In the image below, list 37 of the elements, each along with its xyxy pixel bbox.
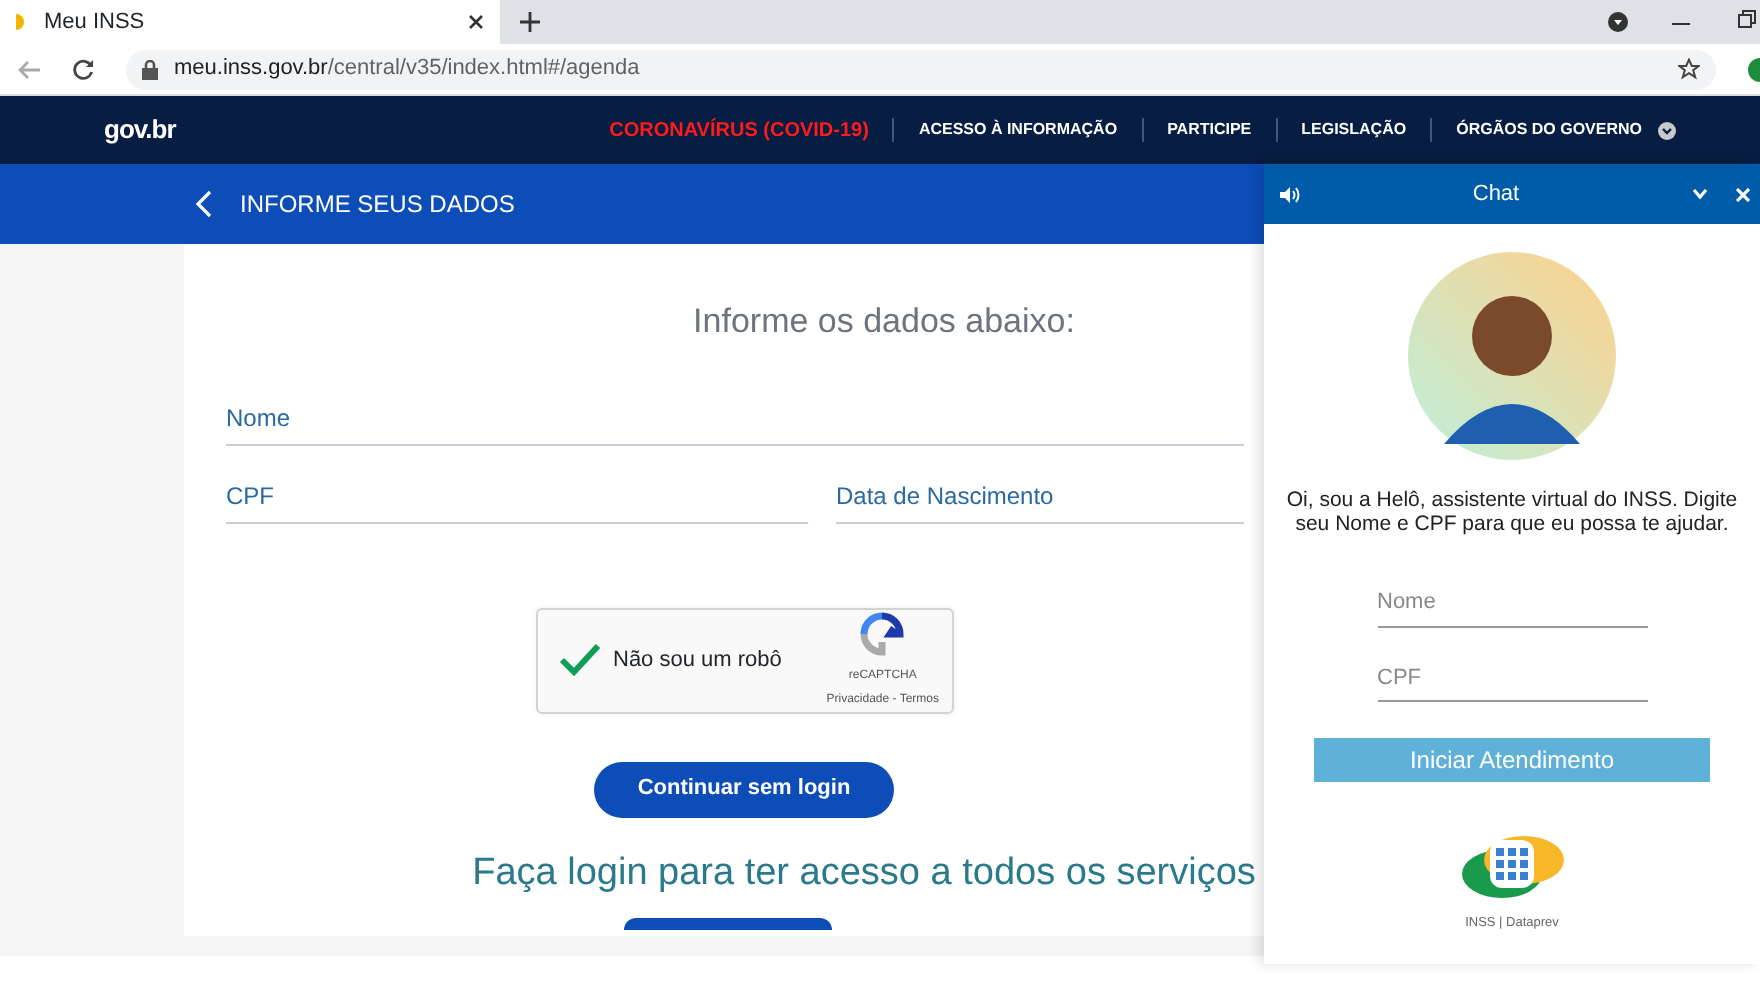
page-title: INFORME SEUS DADOS xyxy=(240,188,515,222)
star-icon[interactable] xyxy=(1678,58,1700,80)
govbr-logo[interactable]: gov.br xyxy=(104,110,176,150)
button-edge[interactable] xyxy=(624,918,832,930)
nav-link[interactable]: ACESSO À INFORMAÇÃO xyxy=(892,118,1142,142)
back-chevron-icon[interactable] xyxy=(196,190,212,218)
nav-link[interactable]: CORONAVÍRUS (COVID-19) xyxy=(585,115,893,145)
checkbox[interactable] xyxy=(557,638,601,682)
nav-link[interactable]: ÓRGÃOS DO GOVERNO xyxy=(1430,118,1700,142)
dropdown-icon[interactable] xyxy=(1608,12,1628,32)
inss-logo-icon xyxy=(1458,830,1566,903)
reload-icon[interactable] xyxy=(72,58,94,80)
input-field[interactable]: CPF xyxy=(226,469,808,523)
browser-tab[interactable]: Meu INSS xyxy=(0,0,500,44)
close-icon[interactable] xyxy=(468,14,484,30)
favicon-icon xyxy=(16,14,28,30)
chat-title: Chat xyxy=(1470,179,1522,210)
captcha-label: Não sou um robô xyxy=(613,645,784,676)
chevron-down-icon[interactable] xyxy=(1692,188,1708,200)
input-field[interactable]: Data de Nascimento xyxy=(836,469,1244,523)
url-text: meu.inss.gov.br/central/v35/index.html#/agenda xyxy=(174,54,642,85)
nav-link[interactable]: PARTICIPE xyxy=(1141,118,1276,142)
assistant-greeting: Oi, sou a Helô, assistente virtual do INSS. Digite seu Nome e CPF para que eu possa te ajudar. xyxy=(1284,488,1740,537)
recaptcha-logo-icon xyxy=(860,611,905,655)
lock-icon xyxy=(142,59,158,79)
login-prompt: Faça login para ter acesso a todos os serviços xyxy=(472,849,1256,897)
restore-icon[interactable] xyxy=(1738,10,1756,28)
new-tab-icon[interactable] xyxy=(520,12,540,32)
chevron-down-icon xyxy=(1658,121,1676,139)
input-field[interactable]: Nome xyxy=(226,391,1244,445)
form-heading: Informe os dados abaixo: xyxy=(693,300,1075,344)
tab-title: Meu INSS xyxy=(44,7,147,38)
profile-icon[interactable] xyxy=(1748,57,1760,81)
nav-link[interactable]: LEGISLAÇÃO xyxy=(1275,118,1431,142)
continue-button[interactable]: Continuar sem login xyxy=(594,761,894,817)
speaker-icon[interactable] xyxy=(1280,185,1300,203)
address-bar[interactable]: meu.inss.gov.br/central/v35/index.html#/agenda xyxy=(126,49,1716,89)
